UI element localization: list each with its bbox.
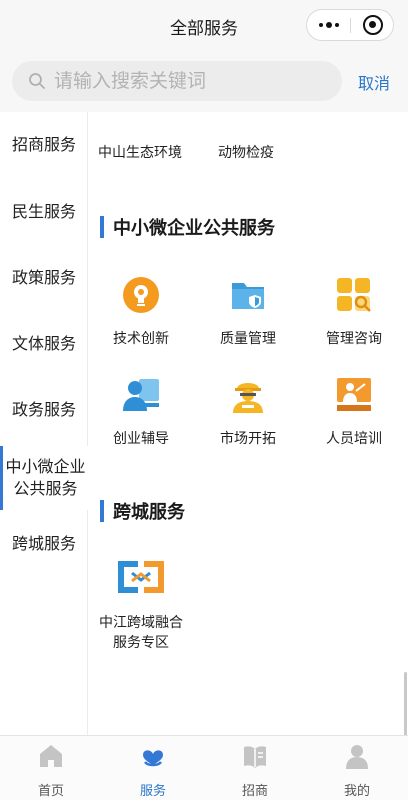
tile-label: 创业辅导 <box>113 431 169 447</box>
user-icon <box>346 745 368 769</box>
section-header: 中小微企业公共服务 <box>100 215 275 239</box>
sidebar-item-government[interactable]: 政务服务 <box>0 399 88 421</box>
grid-search-icon <box>337 278 371 312</box>
section-title: 中小微企业公共服务 <box>113 218 275 239</box>
miniprogram-capsule <box>306 9 394 41</box>
home-icon <box>40 745 62 767</box>
worker-helmet-icon <box>233 383 263 413</box>
service-heart-icon <box>143 750 163 767</box>
search-input[interactable] <box>54 67 334 95</box>
section-accent-bar <box>100 216 104 238</box>
sidebar-item-investment[interactable]: 招商服务 <box>0 134 88 156</box>
shield-folder-icon <box>232 283 264 309</box>
sidebar-item-livelihood[interactable]: 民生服务 <box>0 201 88 223</box>
cancel-button[interactable]: 取消 <box>358 70 390 94</box>
tab-mine[interactable]: 我的 <box>306 742 408 799</box>
tile-label: 中江跨域融合服务专区 <box>99 615 183 651</box>
tab-label: 首页 <box>37 784 64 799</box>
category-sidebar: 招商服务 民生服务 政策服务 文体服务 政务服务 中小微企业公共服务 跨城服务 <box>0 112 88 735</box>
tab-label: 招商 <box>241 784 268 799</box>
search-icon <box>29 73 45 89</box>
tab-label: 服务 <box>139 784 166 799</box>
service-tile-tech-innovation[interactable]: 技术创新 <box>91 275 191 349</box>
training-presenter-icon <box>337 378 371 411</box>
section-header: 跨城服务 <box>100 499 185 523</box>
tile-label: 市场开拓 <box>220 431 276 447</box>
service-tile-market[interactable]: 市场开拓 <box>198 375 298 449</box>
sidebar-item-sme[interactable]: 中小微企业公共服务 <box>0 446 88 510</box>
sidebar-item-policy[interactable]: 政策服务 <box>0 267 88 289</box>
tab-label: 我的 <box>343 784 370 799</box>
search-bar: 取消 <box>0 52 408 112</box>
more-dots-icon[interactable] <box>307 10 350 40</box>
service-tile-startup-mentoring[interactable]: 创业辅导 <box>91 375 191 449</box>
service-tile-quality[interactable]: 质量管理 <box>198 275 298 349</box>
section-title: 跨城服务 <box>113 502 185 523</box>
section-accent-bar <box>100 500 104 522</box>
sidebar-item-culture[interactable]: 文体服务 <box>0 333 88 355</box>
tile-label: 技术创新 <box>113 331 169 347</box>
tab-home[interactable]: 首页 <box>0 742 102 799</box>
tab-investment[interactable]: 招商 <box>204 742 306 799</box>
service-content: 中山生态环境 动物检疫 中小微企业公共服务 技术创新 质量管理 管理咨询 创业辅… <box>88 112 408 735</box>
tile-label: 管理咨询 <box>326 331 382 347</box>
service-tile-consulting[interactable]: 管理咨询 <box>304 275 404 349</box>
cross-city-icon <box>118 561 164 593</box>
title-bar: 全部服务 <box>0 0 408 52</box>
search-box[interactable] <box>12 61 342 101</box>
service-tile-training[interactable]: 人员培训 <box>304 375 404 449</box>
lightbulb-head-icon <box>123 277 159 313</box>
capsule-divider <box>350 18 351 33</box>
service-link[interactable]: 中山生态环境 <box>98 142 182 162</box>
tile-label: 人员培训 <box>326 431 382 447</box>
close-miniprogram-icon[interactable] <box>363 15 383 35</box>
service-link[interactable]: 动物检疫 <box>218 142 274 162</box>
tab-service[interactable]: 服务 <box>102 742 204 799</box>
bottom-tab-bar: 首页 服务 招商 我的 <box>0 735 408 800</box>
tile-label: 质量管理 <box>220 331 276 347</box>
service-tile-cross-city[interactable]: 中江跨域融合服务专区 <box>91 555 191 653</box>
sidebar-item-label: 中小微企业公共服务 <box>5 457 86 498</box>
mentor-person-icon <box>123 379 159 411</box>
investment-book-icon <box>244 746 266 768</box>
sidebar-item-cross-city[interactable]: 跨城服务 <box>0 533 88 555</box>
scrollbar[interactable] <box>404 672 407 735</box>
